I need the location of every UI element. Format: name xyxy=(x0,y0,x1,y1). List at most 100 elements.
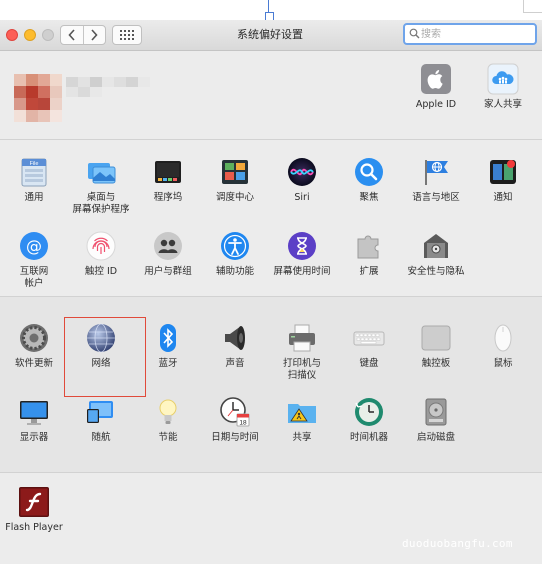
pane-energy-saver[interactable]: 节能 xyxy=(135,396,201,444)
document-canvas-strip xyxy=(0,0,542,21)
pane-label: 聚焦 xyxy=(359,192,379,203)
time-machine-icon xyxy=(355,398,383,426)
section-divider xyxy=(0,139,542,140)
sharing-icon xyxy=(288,404,316,423)
pane-sidecar[interactable]: 随航 xyxy=(68,396,134,444)
pane-label: Apple ID xyxy=(415,99,457,110)
pane-label: 启动磁盘 xyxy=(416,432,455,443)
pane-security-privacy[interactable]: 安全性与隐私 xyxy=(403,230,469,278)
apple-logo-icon xyxy=(421,64,451,94)
pane-label: 程序坞 xyxy=(153,192,183,203)
pane-label: 随航 xyxy=(91,432,111,443)
keyboard-icon xyxy=(353,331,385,346)
sound-icon xyxy=(225,326,245,350)
flash-player-icon xyxy=(19,487,49,517)
pane-label: 扩展 xyxy=(359,266,379,277)
pane-software-update[interactable]: 软件更新 xyxy=(1,322,67,370)
pane-label: 通知 xyxy=(493,192,513,203)
extensions-icon xyxy=(357,235,379,259)
pane-time-machine[interactable]: 时间机器 xyxy=(336,396,402,444)
pane-printers-scanners[interactable]: 打印机与 扫描仪 xyxy=(269,322,335,382)
pane-general[interactable]: File 通用 xyxy=(1,156,67,204)
close-button[interactable] xyxy=(6,29,18,41)
pane-apple-id[interactable]: Apple ID xyxy=(403,63,469,111)
pane-extensions[interactable]: 扩展 xyxy=(336,230,402,278)
forward-button[interactable] xyxy=(82,26,106,44)
dock-icon xyxy=(155,161,181,183)
security-privacy-icon xyxy=(424,234,448,258)
pane-siri[interactable]: Siri xyxy=(269,156,335,204)
resize-handle[interactable] xyxy=(264,0,274,21)
pane-mouse[interactable]: 鼠标 xyxy=(470,322,536,370)
network-highlight-box xyxy=(64,317,146,397)
pane-startup-disk[interactable]: 启动磁盘 xyxy=(403,396,469,444)
printers-scanners-icon xyxy=(289,324,315,352)
pane-label: 鼠标 xyxy=(493,358,513,369)
bluetooth-icon xyxy=(160,324,176,352)
pane-label: Flash Player xyxy=(5,522,63,533)
pane-trackpad[interactable]: 触控板 xyxy=(403,322,469,370)
language-region-icon xyxy=(425,160,448,185)
mouse-icon xyxy=(494,324,512,352)
pane-spotlight[interactable]: 聚焦 xyxy=(336,156,402,204)
minimize-button[interactable] xyxy=(24,29,36,41)
pane-notifications[interactable]: 通知 xyxy=(470,156,536,204)
pane-label: Siri xyxy=(294,192,310,203)
pane-label: 辅助功能 xyxy=(215,266,254,277)
pane-sound[interactable]: 声音 xyxy=(202,322,268,370)
chevron-right-icon xyxy=(91,29,98,41)
trackpad-icon xyxy=(421,325,451,351)
search-field[interactable] xyxy=(403,23,537,45)
software-update-icon xyxy=(20,324,48,352)
date-time-icon: 18 xyxy=(220,397,250,427)
show-all-button[interactable] xyxy=(112,25,142,45)
search-icon xyxy=(409,28,420,39)
pane-keyboard[interactable]: 键盘 xyxy=(336,322,402,370)
pane-screen-time[interactable]: 屏幕使用时间 xyxy=(269,230,335,278)
pane-dock[interactable]: 程序坞 xyxy=(135,156,201,204)
pane-users-groups[interactable]: 用户与群组 xyxy=(135,230,201,278)
section-divider xyxy=(0,472,542,473)
pane-displays[interactable]: 显示器 xyxy=(1,396,67,444)
pane-label: 家人共享 xyxy=(483,99,522,110)
search-input[interactable] xyxy=(421,25,529,43)
pane-label: 安全性与隐私 xyxy=(407,266,465,277)
pane-label: 桌面与 屏幕保护程序 xyxy=(72,192,130,215)
pane-date-time[interactable]: 18 日期与时间 xyxy=(202,396,268,444)
pane-label: 时间机器 xyxy=(349,432,388,443)
spotlight-icon xyxy=(355,158,383,186)
pane-touch-id[interactable]: 触控 ID xyxy=(68,230,134,278)
pane-mission-control[interactable]: 调度中心 xyxy=(202,156,268,204)
pane-accessibility[interactable]: 辅助功能 xyxy=(202,230,268,278)
sidecar-icon xyxy=(87,401,113,423)
pane-family-sharing[interactable]: 家人共享 xyxy=(470,63,536,111)
user-name-blurred xyxy=(66,77,162,97)
pane-internet-accounts[interactable]: @ 互联网 帐户 xyxy=(1,230,67,290)
siri-icon xyxy=(288,158,316,186)
displays-icon xyxy=(20,401,48,425)
pane-language-region[interactable]: 语言与地区 xyxy=(403,156,469,204)
pane-label: 共享 xyxy=(292,432,312,443)
pane-label: 节能 xyxy=(158,432,178,443)
pane-flash-player[interactable]: Flash Player xyxy=(1,486,67,534)
pane-label: 触控板 xyxy=(421,358,451,369)
fullscreen-button[interactable] xyxy=(42,29,54,41)
pane-label: 显示器 xyxy=(19,432,49,443)
desktop-screensaver-icon xyxy=(88,163,116,184)
pane-sharing[interactable]: 共享 xyxy=(269,396,335,444)
back-button[interactable] xyxy=(61,26,83,44)
mission-control-icon xyxy=(222,160,248,184)
general-icon: File xyxy=(21,158,47,187)
system-preferences-window: 系统偏好设置 Apple ID xyxy=(0,20,542,564)
pane-label: 通用 xyxy=(24,192,44,203)
pane-label: 语言与地区 xyxy=(412,192,460,203)
users-groups-icon xyxy=(154,232,182,260)
pane-label: 日期与时间 xyxy=(211,432,259,443)
energy-saver-icon xyxy=(159,399,177,424)
startup-disk-icon xyxy=(425,398,447,426)
pane-desktop-screensaver[interactable]: 桌面与 屏幕保护程序 xyxy=(68,156,134,216)
chevron-left-icon xyxy=(68,29,75,41)
pane-label: 键盘 xyxy=(359,358,379,369)
calendar-day-number: 18 xyxy=(239,420,247,427)
user-avatar[interactable] xyxy=(14,74,62,122)
